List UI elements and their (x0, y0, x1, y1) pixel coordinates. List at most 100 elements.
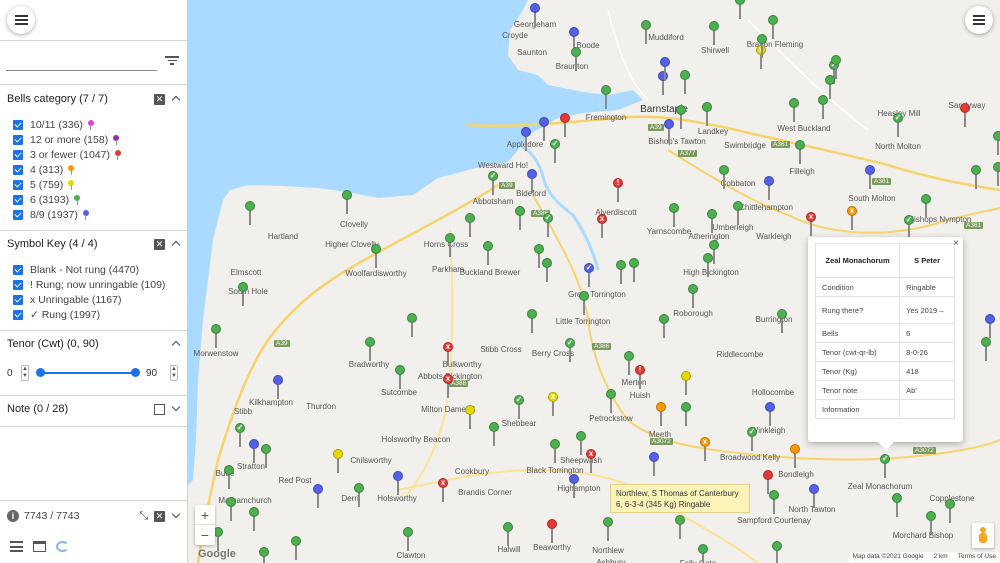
checkbox[interactable] (13, 309, 23, 320)
bells-category-item[interactable]: 5 (759) (13, 177, 75, 192)
checkbox[interactable] (13, 119, 23, 130)
church-marker-pin[interactable] (702, 102, 712, 127)
church-marker-pin[interactable] (550, 439, 560, 464)
church-marker-pin[interactable] (772, 541, 782, 563)
church-marker-pin[interactable] (993, 162, 1000, 187)
church-marker-pin[interactable] (764, 176, 774, 201)
church-marker-pin[interactable]: x (586, 449, 596, 474)
church-marker-pin[interactable] (483, 241, 493, 266)
symbol-key-header[interactable]: Symbol Key (4 / 4) ✕ (7, 235, 181, 253)
tenor-header[interactable]: Tenor (Cwt) (0, 90) (7, 335, 181, 353)
stepper-icon[interactable]: ▲ ▼ (21, 365, 29, 381)
checkbox[interactable] (13, 209, 23, 220)
checkbox[interactable] (13, 279, 23, 290)
church-marker-pin[interactable] (733, 201, 743, 226)
church-marker-pin[interactable] (818, 95, 828, 120)
church-marker-pin[interactable] (403, 527, 413, 552)
close-icon[interactable]: × (953, 238, 959, 249)
church-marker-pin[interactable] (527, 169, 537, 194)
church-marker-pin[interactable] (224, 465, 234, 490)
church-marker-pin[interactable] (680, 70, 690, 95)
symbol-key-item[interactable]: x Unringable (1167) (13, 292, 121, 307)
church-marker-pin[interactable] (675, 515, 685, 540)
chevron-down-icon[interactable] (171, 404, 181, 414)
street-view-pegman-icon[interactable] (972, 523, 994, 548)
church-marker-pin[interactable] (579, 291, 589, 316)
church-marker-pin[interactable] (681, 402, 691, 427)
church-marker-pin[interactable]: x (847, 206, 857, 231)
church-marker-pin[interactable] (669, 203, 679, 228)
church-marker-pin[interactable] (789, 98, 799, 123)
scale-label[interactable]: 2 km (934, 553, 948, 562)
checkbox[interactable] (13, 164, 23, 175)
church-marker-pin[interactable] (688, 284, 698, 309)
church-marker-pin[interactable] (921, 194, 931, 219)
church-marker-pin[interactable] (601, 85, 611, 110)
church-marker-pin[interactable] (571, 47, 581, 72)
list-view-icon[interactable] (10, 541, 23, 552)
checkbox[interactable] (13, 179, 23, 190)
church-marker-pin[interactable] (365, 337, 375, 362)
refresh-icon[interactable] (56, 541, 69, 552)
church-marker-pin[interactable] (676, 105, 686, 130)
clear-symbol-icon[interactable]: ✕ (154, 238, 165, 250)
clear-all-icon[interactable]: ✕ (154, 510, 165, 522)
church-marker-pin[interactable]: ✓ (584, 263, 594, 288)
clear-bells-icon[interactable]: ✕ (154, 93, 165, 105)
church-marker-pin[interactable] (521, 127, 531, 152)
church-marker-pin[interactable] (313, 484, 323, 509)
checkbox[interactable] (13, 149, 23, 160)
church-marker-pin[interactable] (395, 365, 405, 390)
church-marker-pin[interactable]: x (700, 437, 710, 462)
church-marker-pin[interactable] (527, 309, 537, 334)
church-marker-pin[interactable] (259, 547, 269, 563)
church-marker-pin[interactable] (333, 449, 343, 474)
symbol-key-item[interactable]: ! Rung; now unringable (109) (13, 277, 165, 292)
church-marker-pin[interactable] (768, 15, 778, 40)
church-marker-pin[interactable] (489, 422, 499, 447)
note-header[interactable]: Note (0 / 28) (7, 400, 181, 418)
church-marker-pin[interactable]: ! (635, 365, 645, 390)
church-marker-pin[interactable] (757, 34, 767, 59)
church-marker-pin[interactable] (560, 113, 570, 138)
church-marker-pin[interactable] (790, 444, 800, 469)
church-marker-pin[interactable] (530, 3, 540, 28)
church-marker-pin[interactable] (769, 490, 779, 515)
church-marker-pin[interactable] (656, 402, 666, 427)
church-marker-pin[interactable] (777, 309, 787, 334)
church-marker-pin[interactable] (515, 206, 525, 231)
chevron-up-icon[interactable] (171, 339, 181, 349)
window-icon[interactable] (33, 541, 46, 552)
checkbox[interactable] (13, 264, 23, 275)
search-input[interactable] (6, 70, 157, 71)
church-marker-pin[interactable] (539, 117, 549, 142)
church-marker-pin[interactable] (354, 483, 364, 508)
church-marker-pin[interactable] (342, 190, 352, 215)
church-marker-pin[interactable] (865, 165, 875, 190)
church-marker-pin[interactable] (926, 511, 936, 536)
church-marker-pin[interactable] (707, 209, 717, 234)
slider-max-handle[interactable] (131, 368, 140, 377)
church-marker-pin[interactable] (892, 493, 902, 518)
church-marker-pin[interactable] (211, 324, 221, 349)
church-marker-pin[interactable] (981, 337, 991, 362)
tenor-max-input[interactable]: 90 ▲ ▼ (146, 364, 178, 382)
church-marker-pin[interactable]: ✓ (543, 213, 553, 238)
symbol-key-item[interactable]: Blank - Not rung (4470) (13, 262, 139, 277)
chevron-up-icon[interactable] (171, 94, 181, 104)
church-marker-pin[interactable] (664, 119, 674, 144)
church-marker-pin[interactable]: ✓ (514, 395, 524, 420)
church-marker-pin[interactable] (249, 507, 259, 532)
symbol-key-item[interactable]: ✓ Rung (1997) (13, 307, 100, 322)
church-marker-pin[interactable]: ! (613, 178, 623, 203)
church-marker-pin[interactable] (465, 213, 475, 238)
checkbox[interactable] (13, 194, 23, 205)
church-marker-pin[interactable] (660, 57, 670, 82)
church-marker-pin[interactable] (393, 471, 403, 496)
church-marker-pin[interactable] (993, 131, 1000, 156)
collapse-all-icon[interactable]: ⤡ (139, 510, 148, 523)
note-checkbox[interactable] (154, 403, 165, 415)
church-marker-pin[interactable] (547, 519, 557, 544)
slider-track[interactable] (40, 372, 136, 374)
church-marker-pin[interactable] (681, 371, 691, 396)
